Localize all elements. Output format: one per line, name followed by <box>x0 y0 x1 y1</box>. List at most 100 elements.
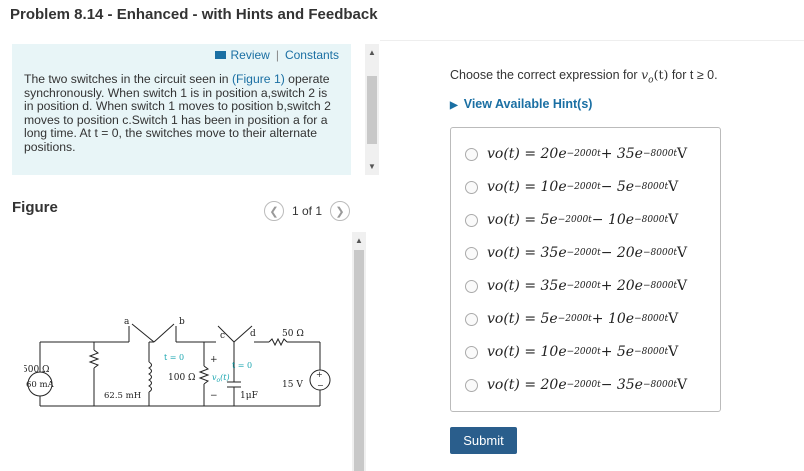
chevron-right-icon: ❯ <box>335 205 345 218</box>
option-exp1: −2000t <box>566 281 601 291</box>
option-row[interactable]: vo(t) = 20e −2000t + 35e −8000t V <box>465 146 687 162</box>
scroll-up-arrow-icon[interactable]: ▲ <box>355 236 363 245</box>
right-divider <box>380 40 804 41</box>
question-text: Choose the correct expression for vo(t) … <box>450 67 718 86</box>
option-lhs: vo(t) = 10e <box>487 179 567 195</box>
option-mid: − 10e <box>591 212 635 228</box>
option-exp2: −8000t <box>634 215 669 225</box>
option-mid: + 5e <box>600 344 635 360</box>
pos-a-label: a <box>124 317 130 327</box>
vs-plus: + <box>316 370 323 379</box>
triangle-right-icon: ▶ <box>450 100 458 111</box>
vo-label: vo(t) <box>212 373 230 384</box>
radio-button[interactable] <box>465 345 478 359</box>
pager-text: 1 of 1 <box>292 204 323 218</box>
option-lhs: vo(t) = 20e <box>487 377 567 393</box>
scroll-thumb[interactable] <box>367 76 377 144</box>
option-row[interactable]: vo(t) = 35e −2000t + 20e −8000t V <box>465 278 687 294</box>
option-unit: V <box>677 245 688 261</box>
option-unit: V <box>677 278 688 294</box>
radio-button[interactable] <box>465 180 478 194</box>
radio-button[interactable] <box>465 246 478 260</box>
option-exp1: −2000t <box>566 248 601 258</box>
option-unit: V <box>668 179 679 195</box>
option-unit: V <box>668 212 679 228</box>
option-row[interactable]: vo(t) = 10e −2000t + 5e −8000t V <box>465 344 678 360</box>
figure-pager: ❮ 1 of 1 ❯ <box>264 201 351 221</box>
circuit-diagram: 500 Ω 60 mA 62.5 mH 100 Ω 15 V 1μF 50 Ω … <box>24 317 331 407</box>
pos-c-label: c <box>220 331 225 341</box>
option-row[interactable]: vo(t) = 20e −2000t − 35e −8000t V <box>465 377 687 393</box>
vs-label: 15 V <box>282 380 303 390</box>
scroll-down-arrow-icon[interactable]: ▼ <box>368 162 376 171</box>
source-current-label: 60 mA <box>26 380 55 390</box>
problem-info-panel: Review | Constants The two switches in the… <box>12 44 351 175</box>
question-pre: Choose the correct expression for <box>450 68 642 82</box>
pos-d-label: d <box>250 329 256 339</box>
option-row[interactable]: vo(t) = 35e −2000t − 20e −8000t V <box>465 245 687 261</box>
submit-button[interactable]: Submit <box>450 427 517 454</box>
question-t: (t) <box>653 67 669 82</box>
radio-button[interactable] <box>465 378 478 392</box>
pos-b-label: b <box>179 317 185 327</box>
option-lhs: vo(t) = 35e <box>487 245 567 261</box>
scroll-thumb[interactable] <box>354 250 364 471</box>
option-unit: V <box>677 146 688 162</box>
option-exp2: −8000t <box>642 248 678 258</box>
option-exp2: −8000t <box>642 149 678 159</box>
option-exp1: −2000t <box>557 314 592 324</box>
option-mid: + 10e <box>591 311 635 327</box>
question-post: for t ≥ 0. <box>668 68 718 82</box>
vs-minus: − <box>317 381 324 390</box>
vo-label-tail: (t) <box>220 373 229 382</box>
separator: | <box>275 48 279 62</box>
review-link[interactable]: Review <box>230 48 269 62</box>
option-mid: + 35e <box>600 146 643 162</box>
figure-scrollbar[interactable]: ▲ <box>352 232 366 471</box>
option-mid: − 5e <box>600 179 635 195</box>
option-row[interactable]: vo(t) = 5e −2000t − 10e −8000t V <box>465 212 678 228</box>
option-exp1: −2000t <box>566 182 601 192</box>
l1-label: 62.5 mH <box>104 391 141 401</box>
option-exp2: −8000t <box>642 380 678 390</box>
scroll-up-arrow-icon[interactable]: ▲ <box>368 48 376 57</box>
radio-button[interactable] <box>465 279 478 293</box>
option-row[interactable]: vo(t) = 10e −2000t − 5e −8000t V <box>465 179 678 195</box>
plus-label: + <box>210 355 218 365</box>
option-exp1: −2000t <box>566 347 601 357</box>
option-unit: V <box>668 311 679 327</box>
option-row[interactable]: vo(t) = 5e −2000t + 10e −8000t V <box>465 311 678 327</box>
radio-button[interactable] <box>465 312 478 326</box>
constants-link[interactable]: Constants <box>285 48 339 62</box>
info-scrollbar[interactable]: ▲ ▼ <box>365 44 379 175</box>
r2-label: 100 Ω <box>168 373 196 383</box>
t0-switch1: t = 0 <box>164 353 184 362</box>
book-icon <box>215 51 227 59</box>
r1-label-a: 500 Ω <box>24 365 50 375</box>
radio-button[interactable] <box>465 213 478 227</box>
option-unit: V <box>677 377 688 393</box>
page-title: Problem 8.14 - Enhanced - with Hints and… <box>10 6 378 23</box>
option-exp1: −2000t <box>566 149 601 159</box>
option-mid: + 20e <box>600 278 643 294</box>
option-exp2: −8000t <box>634 314 669 324</box>
next-figure-button[interactable]: ❯ <box>330 201 351 221</box>
option-exp2: −8000t <box>634 347 669 357</box>
hint-label: View Available Hint(s) <box>463 97 593 111</box>
option-exp2: −8000t <box>642 281 678 291</box>
problem-text: The two switches in the circuit seen in … <box>24 72 339 155</box>
chevron-left-icon: ❮ <box>269 205 279 218</box>
minus-label: − <box>210 391 218 401</box>
option-mid: − 20e <box>600 245 643 261</box>
prev-figure-button[interactable]: ❮ <box>264 201 284 221</box>
option-lhs: vo(t) = 10e <box>487 344 567 360</box>
radio-button[interactable] <box>465 147 478 161</box>
option-lhs: vo(t) = 20e <box>487 146 567 162</box>
view-hints-toggle[interactable]: ▶ View Available Hint(s) <box>450 97 592 111</box>
t0-switch2: t = 0 <box>232 361 252 370</box>
figure-link[interactable]: (Figure 1) <box>232 72 285 86</box>
option-mid: − 35e <box>600 377 643 393</box>
figure-heading: Figure <box>12 199 58 216</box>
options-box: vo(t) = 20e −2000t + 35e −8000t V vo(t) = … <box>450 127 721 412</box>
cap-label: 1μF <box>240 391 258 401</box>
